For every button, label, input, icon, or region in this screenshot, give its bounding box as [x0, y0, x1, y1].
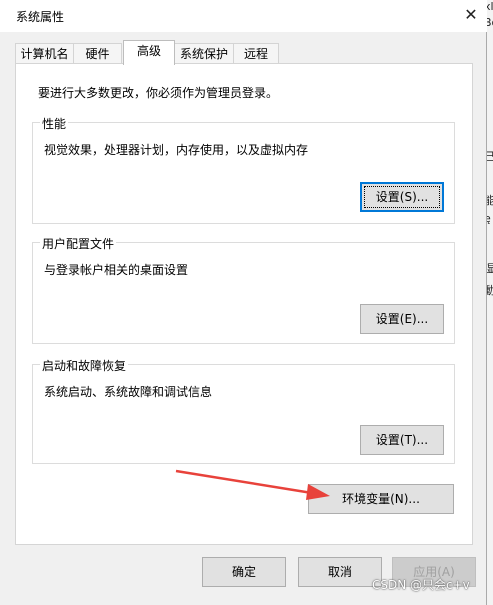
tab-advanced[interactable]: 高级 — [123, 40, 175, 65]
red-arrow-annotation — [175, 469, 330, 500]
csdn-watermark: CSDN @只会c+v — [372, 578, 470, 592]
arrow-shaft — [175, 469, 313, 495]
arrow-head — [306, 484, 330, 500]
